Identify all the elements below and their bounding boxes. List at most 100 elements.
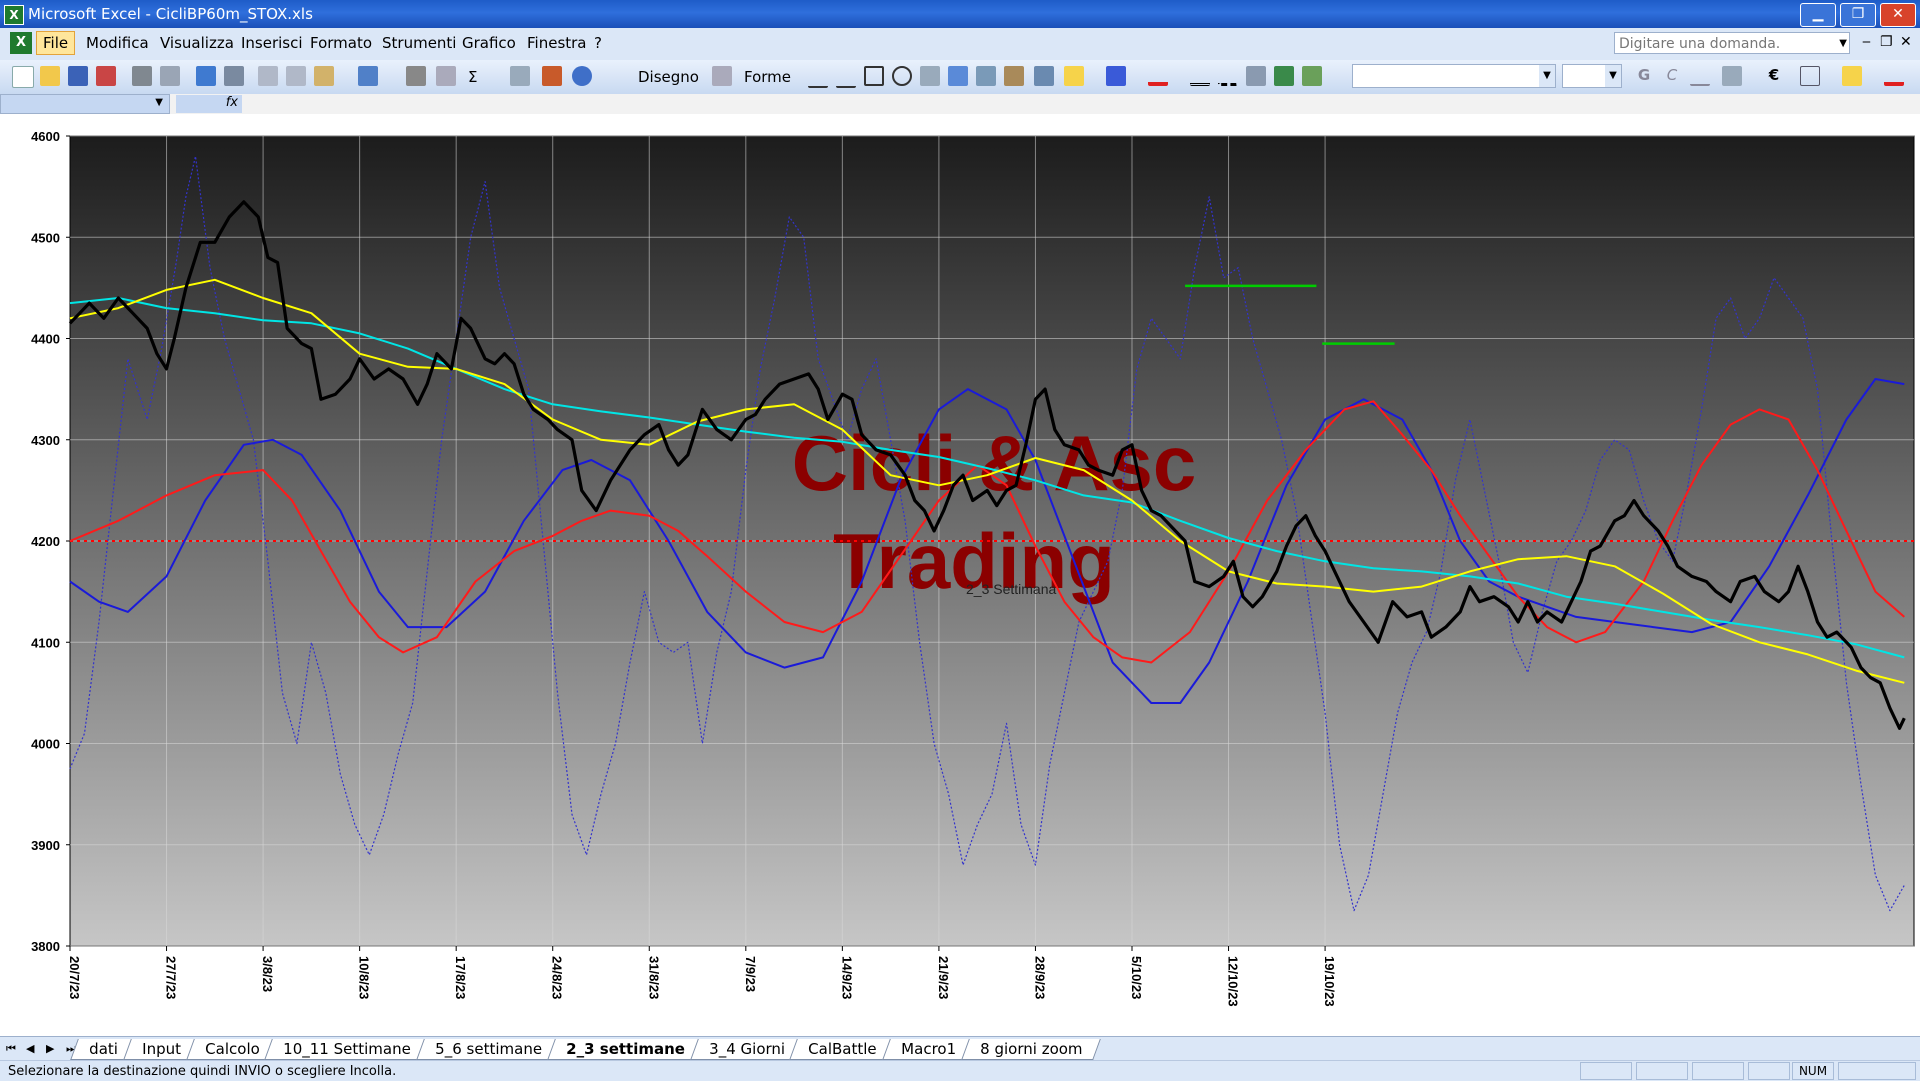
- first-sheet-icon[interactable]: ⏮: [6, 1042, 16, 1056]
- clipart-icon[interactable]: [1004, 66, 1024, 86]
- 3d-style-icon[interactable]: [1302, 66, 1322, 86]
- menu-formato[interactable]: Formato: [310, 34, 372, 52]
- print-preview-icon[interactable]: [160, 66, 180, 86]
- sheet-tab[interactable]: 5_6 settimane: [416, 1039, 561, 1060]
- select-objects-icon[interactable]: [712, 66, 732, 86]
- x-tick-label: 12/10/23: [1226, 956, 1241, 1007]
- font-name-combo[interactable]: ▼: [1352, 64, 1556, 88]
- menu-finestra[interactable]: Finestra: [527, 34, 587, 52]
- disegno-button[interactable]: Disegno: [638, 68, 699, 86]
- arrow-style-icon[interactable]: [1246, 66, 1266, 86]
- menu-file[interactable]: File: [36, 31, 76, 55]
- sheet-tab[interactable]: 10_11 Settimane: [264, 1039, 430, 1060]
- mdi-restore-button[interactable]: ❐: [1880, 34, 1893, 50]
- status-bar: Selezionare la destinazione quindi INVIO…: [0, 1060, 1920, 1081]
- open-icon[interactable]: [40, 66, 60, 86]
- series-annotation: 2_3 Settimana: [966, 581, 1056, 597]
- fill-color-icon-2[interactable]: [1842, 66, 1862, 86]
- hyperlink-icon[interactable]: [436, 66, 456, 86]
- print-icon[interactable]: [132, 66, 152, 86]
- minimize-button[interactable]: ▁: [1800, 3, 1836, 27]
- oval-icon[interactable]: [892, 66, 912, 86]
- font-color-icon-2[interactable]: [1884, 66, 1904, 86]
- chevron-down-icon[interactable]: ▼: [1839, 33, 1847, 55]
- chevron-down-icon[interactable]: ▼: [1605, 65, 1621, 87]
- menu-grafico[interactable]: Grafico: [462, 34, 516, 52]
- status-cell: [1580, 1062, 1632, 1080]
- format-painter-icon[interactable]: [406, 66, 426, 86]
- sheet-tab-label: CalBattle: [808, 1040, 878, 1058]
- bold-icon[interactable]: G: [1634, 66, 1654, 86]
- font-size-combo[interactable]: ▼: [1562, 64, 1622, 88]
- x-tick-label: 20/7/23: [67, 956, 82, 999]
- mdi-close-button[interactable]: ✕: [1900, 34, 1912, 50]
- help-icon[interactable]: [572, 66, 592, 86]
- sheet-tab[interactable]: 2_3 settimane: [546, 1039, 704, 1060]
- chart-area[interactable]: 3800 3900 4000 4100 4200 4300 4400 4500 4600 20/…: [0, 114, 1920, 1036]
- arrow-icon[interactable]: [836, 66, 856, 88]
- maximize-button[interactable]: ❐: [1840, 3, 1876, 27]
- sort-icon[interactable]: [510, 66, 530, 86]
- chevron-down-icon[interactable]: ▼: [1539, 65, 1555, 87]
- menu-strumenti[interactable]: Strumenti: [382, 34, 456, 52]
- wordart-icon[interactable]: [948, 66, 968, 86]
- sheet-tab[interactable]: Macro1: [882, 1039, 975, 1060]
- currency-icon[interactable]: €: [1764, 66, 1784, 86]
- line-color-icon[interactable]: [1106, 66, 1126, 86]
- chart-svg[interactable]: 3800 3900 4000 4100 4200 4300 4400 4500 4600 20/…: [0, 114, 1920, 1036]
- cut-icon[interactable]: [258, 66, 278, 86]
- menu-inserisci[interactable]: Inserisci: [241, 34, 303, 52]
- line-style-icon[interactable]: [1190, 66, 1210, 86]
- sheet-tab-label: 5_6 settimane: [435, 1040, 542, 1058]
- sheet-tab-label: 10_11 Settimane: [283, 1040, 412, 1058]
- chevron-down-icon[interactable]: ▼: [155, 97, 163, 108]
- permission-icon[interactable]: [96, 66, 116, 86]
- fill-color-icon[interactable]: [1064, 66, 1084, 86]
- close-button[interactable]: ✕: [1880, 3, 1916, 27]
- picture-icon[interactable]: [1034, 66, 1054, 86]
- italic-icon[interactable]: C: [1662, 66, 1682, 86]
- sheet-tab[interactable]: 8 giorni zoom: [961, 1039, 1102, 1060]
- ask-question-input[interactable]: Digitare una domanda. ▼: [1614, 32, 1850, 54]
- font-color-icon[interactable]: [1148, 66, 1168, 86]
- name-box[interactable]: ▼: [0, 94, 170, 114]
- undo-icon[interactable]: [358, 66, 378, 86]
- research-icon[interactable]: [224, 66, 244, 86]
- window-controls: ▁ ❐ ✕: [1800, 3, 1916, 27]
- textbox-icon[interactable]: [920, 66, 940, 86]
- menu-help[interactable]: ?: [594, 34, 602, 52]
- mdi-minimize-button[interactable]: ‒: [1862, 34, 1871, 50]
- borders-icon[interactable]: [1800, 66, 1820, 86]
- insert-function-icon[interactable]: fx: [176, 95, 242, 113]
- underline-icon[interactable]: [1690, 66, 1710, 86]
- copy-icon[interactable]: [286, 66, 306, 86]
- line-icon[interactable]: [808, 66, 828, 88]
- menu-visualizza[interactable]: Visualizza: [160, 34, 234, 52]
- new-icon[interactable]: [12, 66, 34, 88]
- chart-wizard-icon[interactable]: [542, 66, 562, 86]
- shadow-icon[interactable]: [1274, 66, 1294, 86]
- sheet-tab-label: 8 giorni zoom: [980, 1040, 1083, 1058]
- toolbar: Σ Disegno Forme ▼ ▼ G C €: [0, 60, 1920, 95]
- menu-modifica[interactable]: Modifica: [86, 34, 149, 52]
- x-tick-label: 17/8/23: [453, 956, 468, 999]
- spelling-icon[interactable]: [196, 66, 216, 86]
- y-tick-label: 3900: [31, 838, 60, 853]
- next-sheet-icon[interactable]: ▶: [46, 1042, 54, 1055]
- rectangle-icon[interactable]: [864, 66, 884, 86]
- autosum-icon[interactable]: Σ: [468, 68, 477, 86]
- dash-style-icon[interactable]: [1218, 66, 1238, 86]
- sheet-tabs: dati Input Calcolo 10_11 Settimane 5_6 setti…: [70, 1039, 1102, 1060]
- x-tick-label: 7/9/23: [743, 956, 758, 992]
- sheet-tab[interactable]: 3_4 Giorni: [689, 1039, 804, 1060]
- diagram-icon[interactable]: [976, 66, 996, 86]
- y-tick-label: 4600: [31, 129, 60, 144]
- prev-sheet-icon[interactable]: ◀: [26, 1042, 34, 1055]
- sheet-tab[interactable]: CalBattle: [789, 1039, 896, 1060]
- align-icon[interactable]: [1722, 66, 1742, 86]
- save-icon[interactable]: [68, 66, 88, 86]
- forme-button[interactable]: Forme: [744, 68, 791, 86]
- y-axis: 3800 3900 4000 4100 4200 4300 4400 4500 4600: [31, 129, 70, 954]
- paste-icon[interactable]: [314, 66, 334, 86]
- workbook-icon[interactable]: X: [10, 32, 32, 54]
